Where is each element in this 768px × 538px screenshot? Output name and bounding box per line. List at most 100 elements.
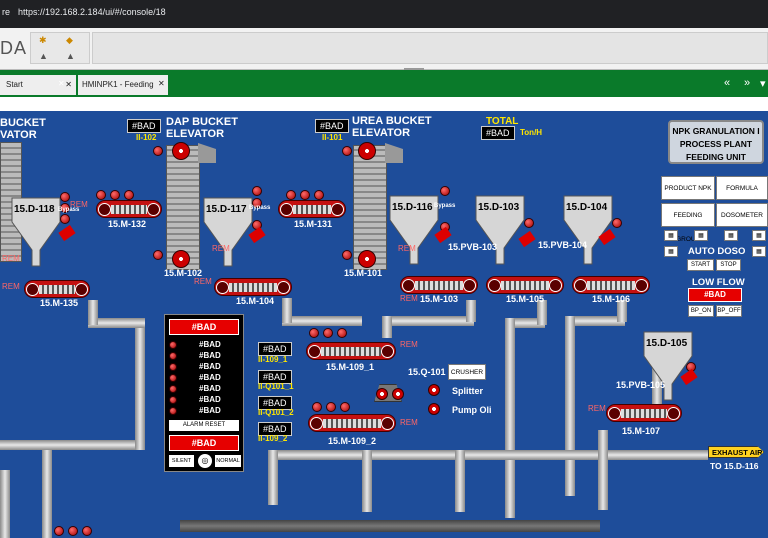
tab-feeding-unit[interactable]: HMINPK1 - Feeding Unit <box>78 75 168 109</box>
alarm-led <box>169 374 177 382</box>
tab-menu-icon[interactable]: ▾ <box>760 77 766 90</box>
pipe <box>455 450 465 512</box>
crusher-button[interactable]: CRUSHER <box>448 364 486 380</box>
tag-ii101: II-101 <box>322 133 343 142</box>
toolbar-tools[interactable]: ✱ ◆ ▲ ▲ <box>30 32 90 64</box>
app-toolbar: DA ✱ ◆ ▲ ▲ <box>0 28 768 70</box>
status-indicator <box>323 328 333 338</box>
conveyor-m104[interactable] <box>214 278 292 296</box>
sun-icon[interactable]: ✱ <box>39 35 47 46</box>
conveyor-m109-1[interactable] <box>306 342 396 360</box>
close-icon[interactable]: ✕ <box>65 75 72 95</box>
status-indicator <box>153 146 163 156</box>
alarm-row: #BAD <box>199 340 221 349</box>
stop-button[interactable]: STOP <box>716 259 741 271</box>
rem-label: REM <box>398 244 416 253</box>
rem-label: REM <box>212 244 230 253</box>
conveyor-m106[interactable] <box>572 276 650 294</box>
product-npk-button[interactable]: PRODUCT NPK <box>661 176 715 200</box>
splitter-label: Splitter <box>452 386 484 396</box>
crusher-motor-icon[interactable] <box>392 388 404 400</box>
urea-title: UREA BUCKET <box>352 115 432 127</box>
crusher-tag: 15.Q-101 <box>408 367 446 377</box>
status-indicator <box>300 190 310 200</box>
grid-icon[interactable]: ▦ <box>664 246 678 257</box>
conveyor-label: 15.M-106 <box>592 294 631 304</box>
total-unit: Ton/H <box>520 128 543 137</box>
pipe <box>0 440 145 450</box>
status-indicator <box>252 186 262 196</box>
status-indicator <box>612 218 622 228</box>
tab-label: Start <box>6 80 23 89</box>
rem-label: REM <box>400 294 418 303</box>
status-indicator <box>312 402 322 412</box>
rem-label: REM <box>400 340 418 349</box>
status-indicator <box>96 190 106 200</box>
conveyor-m132[interactable] <box>96 200 162 218</box>
status-indicator <box>342 250 352 260</box>
tab-next-icon[interactable]: » <box>744 77 750 89</box>
alarm-led <box>169 385 177 393</box>
elevator-motor-icon[interactable] <box>172 142 190 160</box>
status-indicator <box>342 146 352 156</box>
dap-title-2: ELEVATOR <box>166 128 225 140</box>
pump-icon[interactable] <box>428 403 440 415</box>
low-flow-label: LOW FLOW <box>692 277 745 288</box>
splitter-icon[interactable] <box>428 384 440 396</box>
horn-icon[interactable]: ◎ <box>198 454 212 468</box>
close-icon[interactable]: ✕ <box>58 79 65 88</box>
pipe <box>268 450 708 460</box>
formula-button[interactable]: FORMULA <box>716 176 768 200</box>
urea-title-2: ELEVATOR <box>352 127 411 139</box>
grid-icon[interactable]: ▦ <box>664 230 678 241</box>
tab-fragment: re <box>2 7 11 17</box>
status-indicator <box>153 250 163 260</box>
status-indicator <box>54 526 64 536</box>
conveyor-m131[interactable] <box>278 200 346 218</box>
status-indicator <box>340 402 350 412</box>
elevator-motor-icon[interactable] <box>358 250 376 268</box>
hopper-label: 15.D-116 <box>392 202 433 213</box>
conveyor-m109-2[interactable] <box>308 414 396 432</box>
alert-icon[interactable]: ▲ <box>66 51 75 61</box>
dosometer-button[interactable]: DOSOMETER <box>716 203 768 227</box>
start-button[interactable]: START <box>687 259 714 271</box>
grid-icon[interactable]: ▦ <box>694 230 708 241</box>
status-indicator <box>337 328 347 338</box>
tab-prev-icon[interactable]: « <box>724 77 730 89</box>
feeding-group-button[interactable]: FEEDING GROUP <box>661 203 715 243</box>
conveyor-label: 15.M-107 <box>622 426 661 436</box>
conveyor-m103[interactable] <box>400 276 478 294</box>
status-indicator <box>524 218 534 228</box>
grid-icon[interactable]: ▦ <box>752 230 766 241</box>
pipe <box>135 325 145 450</box>
pvb-label: 15.PVB-105 <box>616 380 666 390</box>
close-icon[interactable]: ✕ <box>158 79 165 88</box>
conveyor-label: 15.M-131 <box>294 219 333 229</box>
silent-button[interactable]: SILENT <box>169 455 194 467</box>
elevator-motor-icon[interactable] <box>172 250 190 268</box>
alarm-reset-button[interactable]: ALARM RESET <box>169 420 239 431</box>
pipe <box>382 316 392 338</box>
conveyor-label: 15.M-101 <box>344 268 383 278</box>
status-indicator <box>309 328 319 338</box>
alarm-led <box>169 352 177 360</box>
status-indicator <box>440 186 450 196</box>
conveyor-m135[interactable] <box>24 280 90 298</box>
bp-off-button[interactable]: BP_OFF <box>716 305 742 317</box>
conveyor-m107[interactable] <box>606 404 682 422</box>
grid-icon[interactable]: ▦ <box>752 246 766 257</box>
conveyor-m105[interactable] <box>486 276 564 294</box>
normal-button[interactable]: NORMAL <box>215 455 241 467</box>
status-indicator <box>68 526 78 536</box>
url-field[interactable]: https://192.168.2.184/ui/#/console/18 <box>18 7 166 17</box>
sound-icon[interactable]: ◆ <box>66 35 73 46</box>
elevator-motor-icon[interactable] <box>358 142 376 160</box>
status-indicator <box>124 190 134 200</box>
grid-icon[interactable]: ▦ <box>724 230 738 241</box>
warning-icon[interactable]: ▲ <box>39 51 48 61</box>
urea-value: #BAD <box>315 119 349 133</box>
alarm-status: #BAD <box>169 435 239 451</box>
bp-on-button[interactable]: BP_ON <box>688 305 714 317</box>
crusher-motor-icon[interactable] <box>376 388 388 400</box>
